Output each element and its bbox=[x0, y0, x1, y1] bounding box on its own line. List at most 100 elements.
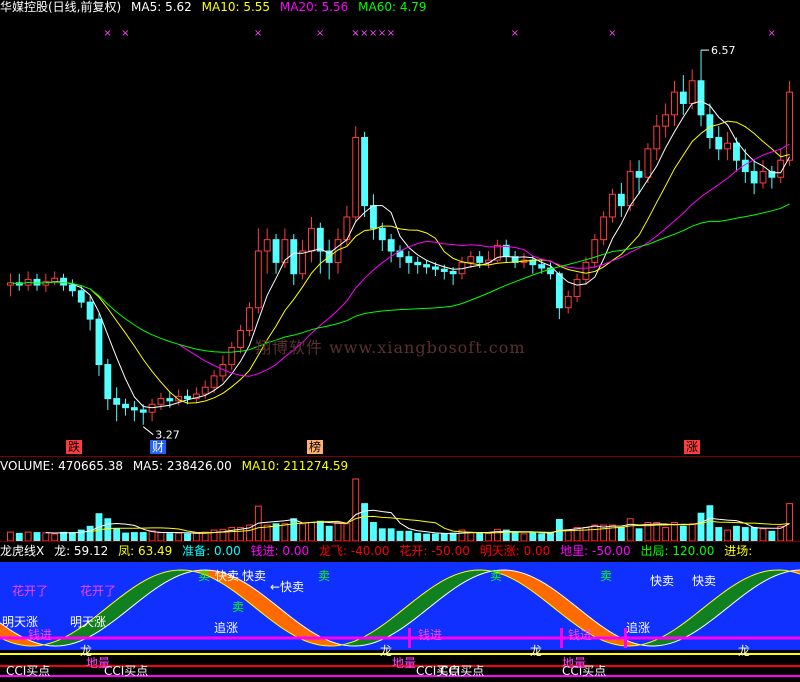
volume-bar bbox=[299, 523, 307, 541]
candle bbox=[688, 80, 696, 104]
candle bbox=[573, 278, 581, 297]
zhunbei-value: 准备: 0.00 bbox=[182, 544, 241, 558]
volume-bar bbox=[192, 532, 200, 541]
top-marker: × bbox=[608, 28, 616, 39]
jinchang-value: 进场: bbox=[724, 544, 753, 558]
volume-bar bbox=[520, 533, 528, 541]
volume-bar bbox=[511, 532, 519, 541]
volume-bar bbox=[706, 505, 714, 541]
candle bbox=[750, 171, 758, 184]
volume-bar bbox=[104, 518, 112, 541]
candle bbox=[662, 114, 670, 127]
candle bbox=[715, 137, 723, 150]
volume-panel-header: VOLUME: 470665.38 MA5: 238426.00 MA10: 2… bbox=[0, 459, 354, 473]
volume-bar bbox=[626, 518, 634, 541]
marker-zhang: 涨 bbox=[684, 440, 701, 454]
volume-bar bbox=[387, 528, 395, 541]
volume-bar bbox=[68, 532, 76, 541]
huakai-value: 花开: -50.00 bbox=[399, 544, 470, 558]
candle bbox=[759, 171, 767, 184]
candle bbox=[184, 395, 191, 400]
ma60-value: MA60: 4.79 bbox=[358, 0, 427, 14]
top-marker: × bbox=[103, 28, 111, 39]
candle bbox=[467, 256, 475, 263]
ma5-value: MA5: 5.62 bbox=[131, 0, 192, 14]
candle bbox=[697, 80, 705, 116]
candle bbox=[122, 403, 129, 409]
volume-bar bbox=[759, 528, 767, 541]
candle bbox=[166, 398, 174, 402]
divider bbox=[0, 541, 800, 542]
candle bbox=[476, 256, 484, 263]
candle bbox=[653, 125, 661, 150]
candle bbox=[431, 266, 439, 270]
volume-bar bbox=[396, 530, 404, 541]
volume-bar bbox=[688, 523, 696, 541]
volume-bar bbox=[184, 533, 191, 541]
volume-bar bbox=[308, 522, 315, 541]
volume-bar bbox=[86, 525, 94, 541]
candle bbox=[77, 290, 85, 303]
candle bbox=[582, 261, 590, 280]
candle bbox=[609, 193, 616, 218]
candle bbox=[414, 261, 422, 266]
label-long: 龙 bbox=[380, 644, 393, 658]
candle bbox=[157, 398, 165, 405]
price-chart[interactable]: × × × × × × × × × × × ×6.573.27 bbox=[0, 14, 800, 458]
volume-bar bbox=[573, 527, 581, 541]
volume-bar bbox=[724, 529, 732, 541]
label-diliang: 地量 bbox=[562, 656, 587, 670]
volume-bar bbox=[7, 531, 14, 541]
volume-bar bbox=[414, 532, 422, 541]
volume-bar bbox=[697, 512, 705, 541]
signal-pillar bbox=[560, 628, 563, 648]
candle bbox=[538, 264, 546, 269]
volume-chart[interactable] bbox=[0, 473, 800, 541]
label-diliang: 地量 bbox=[392, 656, 417, 670]
volume-bar bbox=[157, 532, 165, 541]
label-long: 龙 bbox=[530, 644, 543, 658]
volume-bar bbox=[449, 532, 457, 541]
candle bbox=[361, 137, 369, 207]
candle bbox=[148, 403, 156, 413]
label-diliang: 地量 bbox=[86, 656, 111, 670]
volume-bar bbox=[715, 527, 723, 541]
candle bbox=[104, 364, 112, 400]
stock-title: 华媒控股(日线,前复权) bbox=[0, 0, 122, 14]
volume-bar bbox=[485, 532, 492, 541]
volume-bar bbox=[24, 531, 32, 541]
candle bbox=[68, 284, 76, 292]
volume-bar bbox=[51, 533, 59, 541]
candle bbox=[113, 398, 121, 405]
stock-chart-window: 华媒控股(日线,前复权) MA5: 5.62 MA10: 5.55 MA20: … bbox=[0, 0, 800, 682]
candle bbox=[263, 239, 271, 252]
volume-bar bbox=[440, 533, 448, 541]
volume-bar bbox=[768, 530, 776, 541]
dili-value: 地里: -50.00 bbox=[560, 544, 631, 558]
volume-bar bbox=[564, 529, 572, 541]
candle bbox=[724, 142, 732, 150]
candle bbox=[387, 239, 395, 252]
ma60-line bbox=[10, 203, 790, 353]
top-marker: × bbox=[511, 28, 519, 39]
volume-bar bbox=[352, 478, 360, 541]
label-long: 龙 bbox=[738, 644, 751, 658]
label-kuaimai: 快卖 bbox=[242, 569, 267, 583]
candle bbox=[290, 239, 298, 275]
candle bbox=[733, 142, 740, 161]
candle bbox=[626, 171, 634, 207]
label-kuaimai: 快卖 bbox=[650, 574, 675, 588]
candle bbox=[370, 205, 377, 229]
candle bbox=[600, 216, 608, 241]
low-pointer bbox=[142, 426, 154, 436]
feng-value: 凤: 63.49 bbox=[118, 544, 173, 558]
volume-bar bbox=[741, 527, 749, 541]
candle bbox=[423, 264, 430, 268]
candle bbox=[405, 256, 413, 263]
candle bbox=[679, 91, 687, 104]
volume-bar bbox=[547, 532, 554, 541]
label-cci: CCI买点 bbox=[104, 664, 149, 678]
long-value: 龙: 59.12 bbox=[54, 544, 109, 558]
marker-cai: 财 bbox=[150, 440, 167, 454]
candle bbox=[237, 329, 245, 349]
